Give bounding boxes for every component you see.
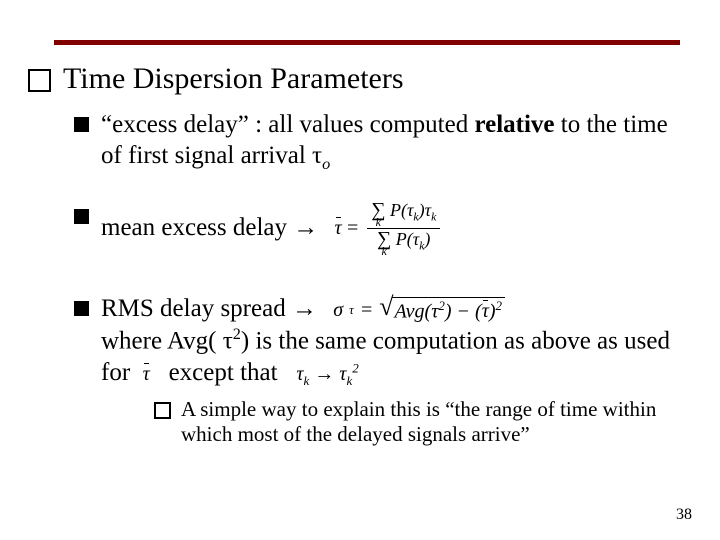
slide: Time Dispersion Parameters “excess delay… — [0, 0, 720, 540]
content: Time Dispersion Parameters “excess delay… — [28, 62, 690, 456]
bullet-solid-icon — [74, 209, 89, 224]
excess-sub: o — [322, 155, 330, 173]
bullet-open-small-icon — [154, 402, 171, 419]
page-number: 38 — [676, 506, 692, 524]
tau-bar-icon: τ — [143, 362, 150, 387]
excess-delay-text: “excess delay” : all values computed rel… — [101, 109, 690, 175]
note-text: A simple way to explain this is “the ran… — [181, 397, 690, 447]
rms-text: RMS delay spread → στ = √ Avg(τ2) − (τ)2 — [101, 293, 505, 324]
tau-k-transform: τk → τk2 — [296, 363, 358, 385]
where-a-sup: 2 — [233, 325, 241, 343]
top-rule — [54, 40, 680, 45]
where-a: where Avg( τ — [101, 328, 233, 355]
bullet-excess-delay: “excess delay” : all values computed rel… — [74, 109, 690, 175]
bullet-solid-icon — [74, 117, 89, 132]
bullet-open-icon — [28, 69, 51, 92]
sigma: σ — [333, 298, 343, 323]
mean-excess-text: mean excess delay → τ = ∑k P(τk)τk ∑k P(… — [101, 201, 444, 258]
bullet-solid-icon — [74, 301, 89, 316]
sigma-sub: τ — [349, 302, 354, 318]
fraction: ∑k P(τk)τk ∑k P(τk) — [367, 201, 440, 258]
equals: = — [346, 216, 360, 241]
sqrt-icon: √ Avg(τ2) − (τ)2 — [379, 297, 505, 325]
bullet-rms: RMS delay spread → στ = √ Avg(τ2) − (τ)2 — [74, 293, 690, 447]
rms-label: RMS delay spread → — [101, 295, 317, 322]
mean-equation: τ = ∑k P(τk)τk ∑k P(τk) — [325, 201, 445, 258]
tau-bar-icon: τ — [335, 216, 342, 241]
bullet-mean-excess: mean excess delay → τ = ∑k P(τk)τk ∑k P(… — [74, 201, 690, 258]
denominator: ∑k P(τk) — [367, 229, 440, 257]
mean-label: mean excess delay → — [101, 214, 318, 241]
equals: = — [360, 298, 374, 323]
excess-bold: relative — [474, 111, 554, 138]
sub-bullet-note: A simple way to explain this is “the ran… — [154, 397, 690, 447]
rms-where: where Avg( τ2) is the same computation a… — [101, 324, 690, 389]
rms-equation: στ = √ Avg(τ2) − (τ)2 — [323, 297, 505, 325]
where-c: except that — [169, 359, 278, 386]
excess-pre: “excess delay” : all values computed — [101, 111, 474, 138]
numerator: ∑k P(τk)τk — [367, 201, 440, 230]
heading-text: Time Dispersion Parameters — [63, 62, 404, 95]
heading-row: Time Dispersion Parameters — [28, 62, 690, 95]
